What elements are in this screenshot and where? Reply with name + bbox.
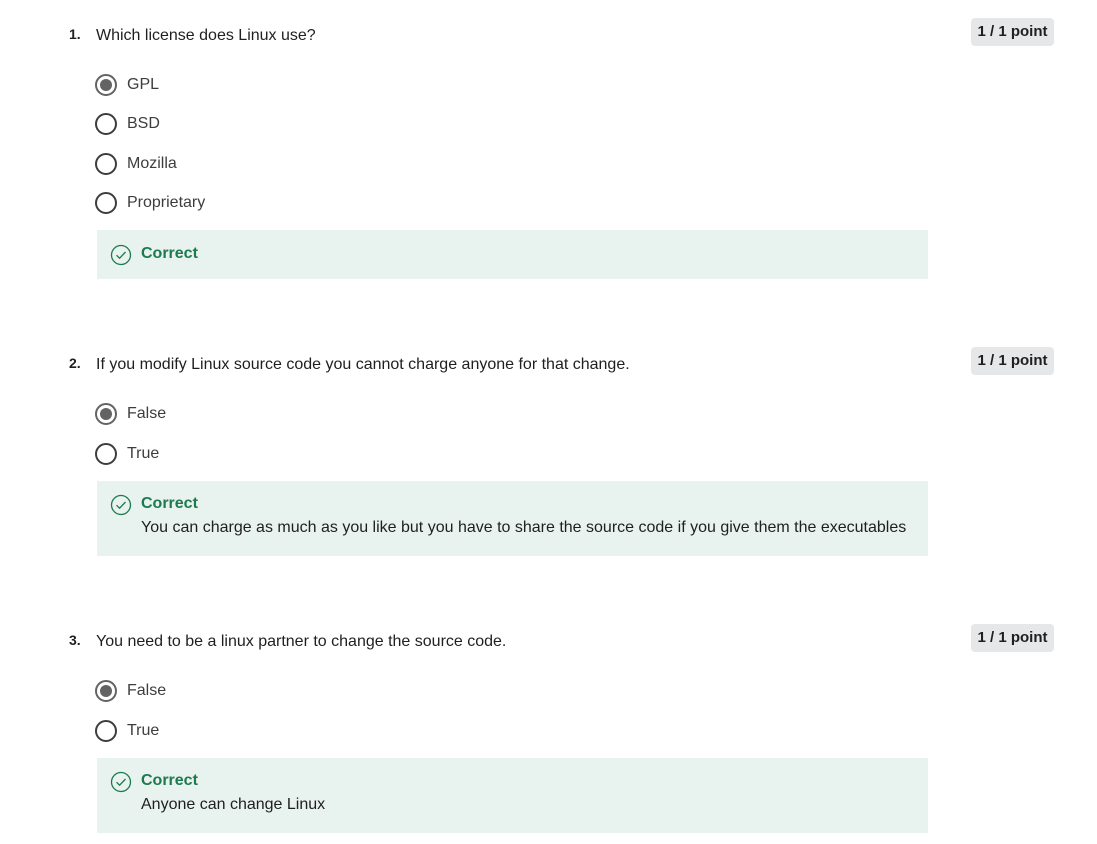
option-label: False	[127, 405, 167, 422]
option-label: Mozilla	[127, 155, 177, 172]
feedback-box: Correct You can charge as much as you li…	[97, 481, 928, 556]
option-true[interactable]: True	[95, 719, 160, 743]
option-true[interactable]: True	[95, 442, 160, 466]
points-badge: 1 / 1 point	[971, 347, 1054, 375]
radio-unselected[interactable]	[95, 443, 117, 465]
question-number: 3.	[69, 632, 81, 648]
radio-selected[interactable]	[95, 74, 117, 96]
check-circle-icon	[110, 494, 132, 516]
option-label: True	[127, 722, 160, 739]
radio-selected[interactable]	[95, 680, 117, 702]
question-text: Which license does Linux use?	[96, 27, 316, 44]
radio-unselected[interactable]	[95, 153, 117, 175]
feedback-box: Correct Anyone can change Linux	[97, 758, 928, 833]
check-circle-icon	[110, 771, 132, 793]
feedback-title: Correct	[141, 245, 198, 262]
points-badge: 1 / 1 point	[971, 18, 1054, 46]
radio-selected[interactable]	[95, 403, 117, 425]
option-label: Proprietary	[127, 194, 206, 211]
option-label: False	[127, 682, 167, 699]
feedback-box: Correct	[97, 230, 928, 279]
feedback-text: You can charge as much as you like but y…	[141, 519, 907, 536]
question-number: 1.	[69, 26, 81, 42]
feedback-title: Correct	[141, 772, 198, 789]
radio-unselected[interactable]	[95, 192, 117, 214]
option-label: BSD	[127, 115, 160, 132]
radio-unselected[interactable]	[95, 113, 117, 135]
points-badge: 1 / 1 point	[971, 624, 1054, 652]
option-label: GPL	[127, 76, 160, 93]
question-text: You need to be a linux partner to change…	[96, 633, 507, 650]
check-circle-icon	[110, 244, 132, 266]
feedback-text: Anyone can change Linux	[141, 796, 326, 813]
option-label: True	[127, 445, 160, 462]
option-mozilla[interactable]: Mozilla	[95, 152, 177, 176]
option-proprietary[interactable]: Proprietary	[95, 191, 206, 215]
radio-unselected[interactable]	[95, 720, 117, 742]
option-false[interactable]: False	[95, 402, 167, 426]
option-gpl[interactable]: GPL	[95, 73, 160, 97]
option-bsd[interactable]: BSD	[95, 112, 160, 136]
question-number: 2.	[69, 355, 81, 371]
question-text: If you modify Linux source code you cann…	[96, 356, 630, 373]
option-false[interactable]: False	[95, 679, 167, 703]
feedback-title: Correct	[141, 495, 198, 512]
